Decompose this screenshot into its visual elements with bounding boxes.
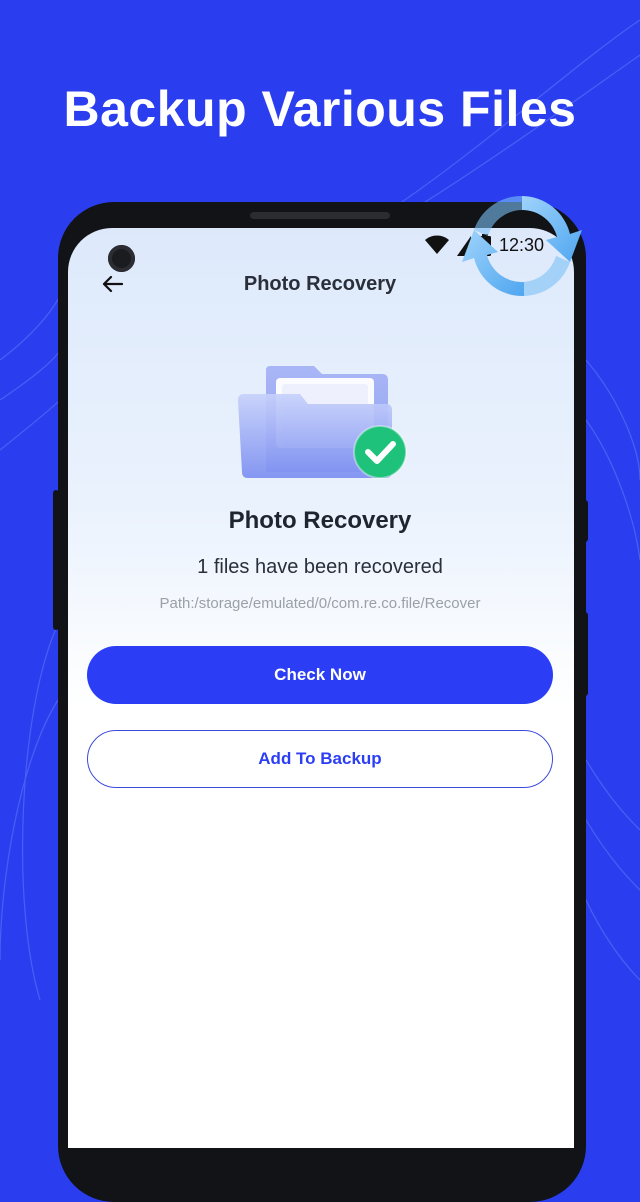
wifi-icon — [425, 235, 449, 254]
sync-icon — [462, 195, 582, 297]
phone-side-button — [582, 612, 588, 696]
front-camera — [108, 245, 135, 272]
check-now-button[interactable]: Check Now — [87, 646, 553, 704]
folder-check-illustration — [238, 366, 407, 479]
result-path: Path:/storage/emulated/0/com.re.co.file/… — [159, 595, 481, 612]
add-to-backup-button[interactable]: Add To Backup — [87, 730, 553, 788]
phone-speaker — [250, 212, 390, 219]
promo-headline: Backup Various Files — [63, 81, 577, 137]
result-title: Photo Recovery — [228, 507, 412, 534]
result-subtitle: 1 files have been recovered — [197, 556, 443, 578]
